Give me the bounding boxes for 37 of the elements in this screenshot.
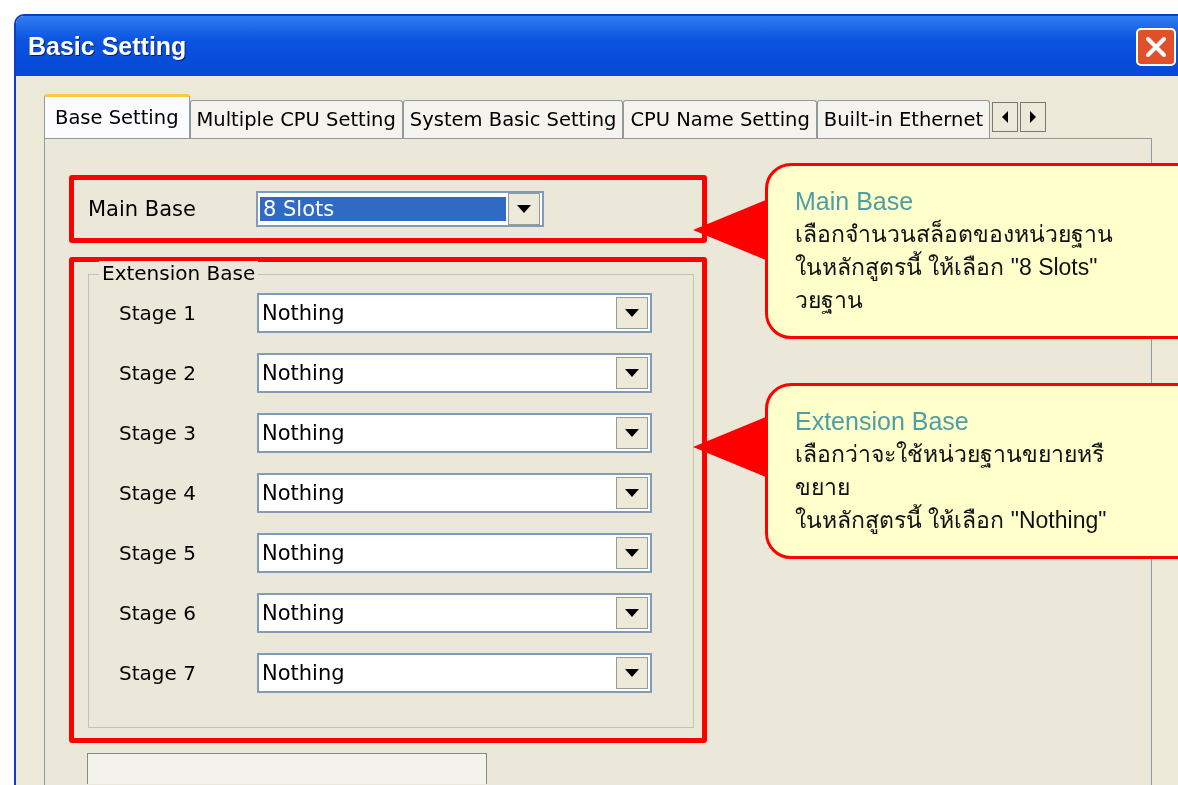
callout-text: ขยาย — [795, 473, 851, 502]
callout-text: เลือกจำนวนสล็อตของหน่วยฐาน — [795, 218, 1114, 250]
tab[interactable]: Base Setting — [44, 94, 190, 138]
stage-dropdown[interactable]: Nothing — [257, 413, 652, 453]
scroll-left-button[interactable] — [992, 102, 1019, 132]
tab[interactable]: Built-in Ethernet — [816, 100, 991, 138]
stage-dropdown[interactable]: Nothing — [257, 653, 652, 693]
callout-text: วยฐาน — [795, 286, 864, 316]
main-base-dropdown[interactable]: 8 Slots — [256, 191, 544, 227]
callout-title: Main Base — [795, 186, 915, 217]
field-label: Stage 3 — [119, 421, 197, 445]
callout-text: ในหลักสูตรนี้ ให้เลือก "Nothing" — [795, 504, 1178, 537]
field-label: Stage 1 — [119, 301, 197, 325]
stage-dropdown[interactable]: Nothing — [257, 593, 652, 633]
callout-text: ในหลักสูตรนี้ ให้เลือก "8 Slots" — [795, 251, 1178, 284]
window-title: Basic Setting — [28, 31, 187, 61]
callout-title: Extension Base — [795, 406, 970, 437]
stage-dropdown[interactable]: Nothing — [257, 533, 652, 573]
field-label: Main Base — [88, 197, 197, 221]
right-triangle-icon — [1028, 110, 1039, 124]
field-label: Stage 2 — [119, 361, 197, 385]
close-icon — [1143, 34, 1169, 60]
tab[interactable]: Multiple CPU Setting — [189, 100, 403, 138]
callout-text: เลือกว่าจะใช้หน่วยฐานขยายหรื — [795, 440, 1105, 470]
field-label: Stage 7 — [119, 661, 197, 685]
stage-dropdown[interactable]: Nothing — [257, 293, 652, 333]
tab[interactable]: System Basic Setting — [402, 100, 624, 138]
close-button[interactable] — [1136, 28, 1176, 66]
scroll-right-button[interactable] — [1020, 102, 1047, 132]
field-label: Stage 6 — [119, 601, 197, 625]
field-label: Stage 4 — [119, 481, 197, 505]
stage-dropdown[interactable]: Nothing — [257, 473, 652, 513]
stage-dropdown[interactable]: Nothing — [257, 353, 652, 393]
tab[interactable]: CPU Name Setting — [623, 100, 817, 138]
field-label: Stage 5 — [119, 541, 197, 565]
button[interactable] — [87, 753, 487, 784]
left-triangle-icon — [1000, 110, 1011, 124]
